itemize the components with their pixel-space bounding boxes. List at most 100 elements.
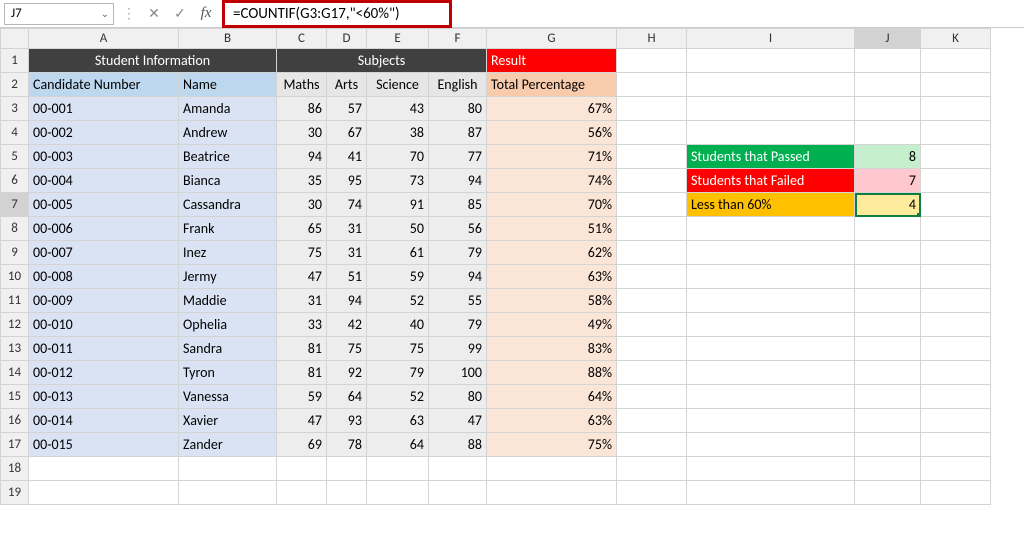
cell-id[interactable]: 00-007 [29,241,179,265]
cell-maths[interactable]: 59 [277,385,327,409]
col-header-B[interactable]: B [179,29,277,49]
cell-science[interactable]: 50 [367,217,429,241]
fx-icon[interactable]: fx [196,5,216,22]
cell-maths[interactable]: 30 [277,193,327,217]
cell-pct[interactable]: 58% [487,289,617,313]
failed-value[interactable]: 7 [855,169,921,193]
row-header[interactable]: 2 [1,73,29,97]
header-candidate-number[interactable]: Candidate Number [29,73,179,97]
cell-arts[interactable]: 92 [327,361,367,385]
cell-name[interactable]: Frank [179,217,277,241]
cell-english[interactable]: 88 [429,433,487,457]
cell-arts[interactable]: 74 [327,193,367,217]
cell[interactable] [921,265,991,289]
cell[interactable] [687,241,855,265]
cell[interactable] [855,457,921,481]
cell-english[interactable]: 47 [429,409,487,433]
cell[interactable] [687,361,855,385]
cell[interactable] [855,481,921,505]
cell-name[interactable]: Maddie [179,289,277,313]
cell[interactable] [921,73,991,97]
cell-maths[interactable]: 86 [277,97,327,121]
cell[interactable] [617,265,687,289]
row-header[interactable]: 3 [1,97,29,121]
cell-name[interactable]: Sandra [179,337,277,361]
cell[interactable] [617,169,687,193]
cell-id[interactable]: 00-004 [29,169,179,193]
row-header[interactable]: 7 [1,193,29,217]
cell[interactable] [855,289,921,313]
cell[interactable] [921,361,991,385]
cell[interactable] [367,481,429,505]
cell-id[interactable]: 00-008 [29,265,179,289]
cell-maths[interactable]: 31 [277,289,327,313]
cell-name[interactable]: Inez [179,241,277,265]
cell-id[interactable]: 00-001 [29,97,179,121]
cell[interactable] [617,49,687,73]
row-header[interactable]: 6 [1,169,29,193]
cell[interactable] [921,481,991,505]
cell[interactable] [617,385,687,409]
cell[interactable] [687,121,855,145]
cell[interactable] [855,265,921,289]
passed-label[interactable]: Students that Passed [687,145,855,169]
cell-pct[interactable]: 67% [487,97,617,121]
cell-id[interactable]: 00-009 [29,289,179,313]
row-header[interactable]: 19 [1,481,29,505]
cell[interactable] [617,409,687,433]
cell-maths[interactable]: 47 [277,409,327,433]
cell-english[interactable]: 80 [429,97,487,121]
cell[interactable] [487,481,617,505]
cell[interactable] [687,313,855,337]
col-header-F[interactable]: F [429,29,487,49]
cell-maths[interactable]: 94 [277,145,327,169]
header-name[interactable]: Name [179,73,277,97]
confirm-icon[interactable]: ✓ [170,5,190,22]
cell[interactable] [921,193,991,217]
row-header[interactable]: 12 [1,313,29,337]
cell[interactable] [487,457,617,481]
cell[interactable] [855,73,921,97]
lt60-label[interactable]: Less than 60% [687,193,855,217]
cell-name[interactable]: Ophelia [179,313,277,337]
row-header[interactable]: 17 [1,433,29,457]
row-header[interactable]: 4 [1,121,29,145]
cell[interactable] [687,217,855,241]
col-header-H[interactable]: H [617,29,687,49]
cell[interactable] [687,289,855,313]
row-header[interactable]: 16 [1,409,29,433]
row-header[interactable]: 10 [1,265,29,289]
cell[interactable] [429,457,487,481]
cell-english[interactable]: 56 [429,217,487,241]
cell-id[interactable]: 00-014 [29,409,179,433]
cell[interactable] [687,409,855,433]
row-header[interactable]: 13 [1,337,29,361]
lt60-value[interactable]: 4 [855,193,921,217]
cell[interactable] [855,409,921,433]
cell[interactable] [855,49,921,73]
cell[interactable] [687,457,855,481]
cell[interactable] [617,217,687,241]
cell[interactable] [855,121,921,145]
cell-arts[interactable]: 95 [327,169,367,193]
cell[interactable] [921,385,991,409]
cell[interactable] [277,481,327,505]
cell[interactable] [687,433,855,457]
cell[interactable] [855,361,921,385]
cell[interactable] [921,241,991,265]
cell-maths[interactable]: 33 [277,313,327,337]
cell-id[interactable]: 00-005 [29,193,179,217]
row-header[interactable]: 18 [1,457,29,481]
cell-pct[interactable]: 74% [487,169,617,193]
cell-science[interactable]: 64 [367,433,429,457]
cell-arts[interactable]: 42 [327,313,367,337]
cell[interactable] [617,121,687,145]
col-header-J[interactable]: J [855,29,921,49]
cell[interactable] [855,385,921,409]
cell-id[interactable]: 00-002 [29,121,179,145]
col-header-K[interactable]: K [921,29,991,49]
cell[interactable] [921,49,991,73]
col-header-E[interactable]: E [367,29,429,49]
cell-id[interactable]: 00-003 [29,145,179,169]
cell-science[interactable]: 75 [367,337,429,361]
